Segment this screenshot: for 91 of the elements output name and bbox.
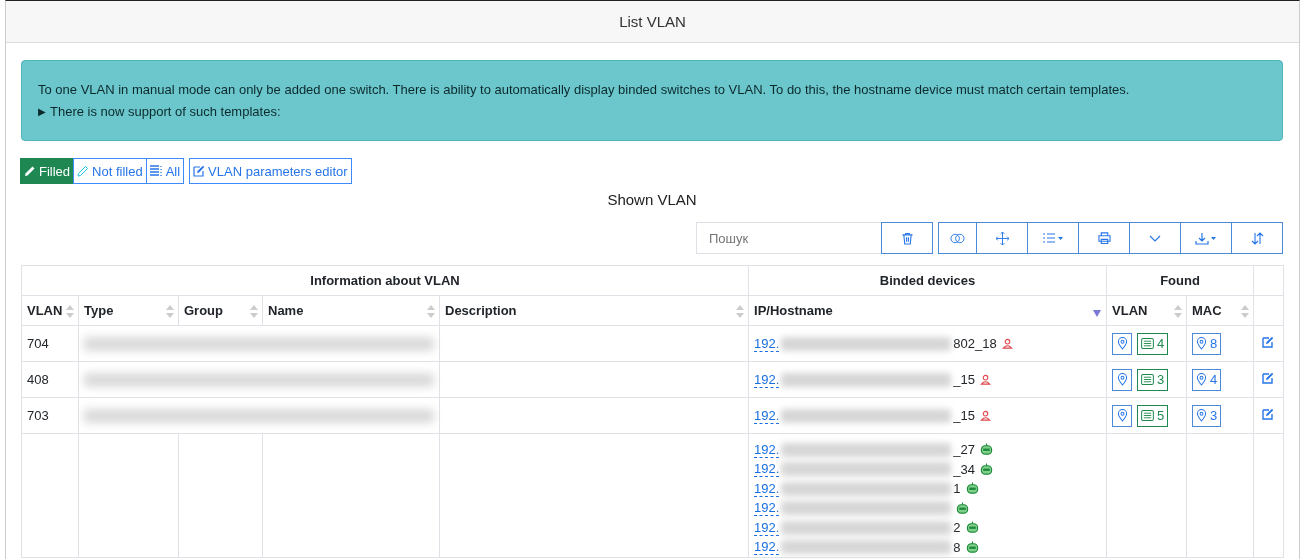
list-icon xyxy=(1141,374,1155,385)
chevron-down-icon xyxy=(1149,234,1161,242)
group-header: Information about VLAN xyxy=(310,273,460,288)
filter-tab[interactable]: Filled xyxy=(20,158,75,184)
ip-link[interactable]: 192. xyxy=(754,480,780,497)
table-cell: 703 xyxy=(27,408,49,423)
column-header: Description xyxy=(445,303,517,318)
hostname-text: _27 xyxy=(953,442,976,458)
list-icon xyxy=(149,165,163,177)
robot-icon xyxy=(965,540,979,554)
map-pin-icon xyxy=(1196,409,1208,422)
templates-toggle[interactable]: ▶ There is now support of such templates: xyxy=(38,101,1266,123)
mac-count-button[interactable]: 8 xyxy=(1192,332,1222,355)
column-header: Type xyxy=(84,303,114,318)
ip-link[interactable]: 192. xyxy=(754,539,780,556)
list-icon xyxy=(1043,233,1063,243)
table-cell: 408 xyxy=(27,372,49,387)
filter-tab[interactable]: Not filled xyxy=(73,158,147,184)
printer-icon xyxy=(1097,232,1111,244)
column-header: VLAN xyxy=(27,303,63,318)
hostname-text: _34 xyxy=(953,461,976,477)
pencil-icon xyxy=(77,165,90,177)
group-header: Binded devices xyxy=(879,273,976,288)
column-header: Group xyxy=(184,303,223,318)
edit-icon[interactable] xyxy=(1262,408,1275,420)
vlan-count-button[interactable]: 3 xyxy=(1137,368,1169,391)
move-icon xyxy=(995,231,1009,245)
ip-link[interactable]: 192. xyxy=(754,519,780,536)
hostname-text: 1 xyxy=(953,481,961,497)
trash-icon xyxy=(901,231,913,245)
hostname-text: _15 xyxy=(953,408,976,423)
ip-link[interactable]: 192. xyxy=(754,500,780,517)
robot-icon xyxy=(965,521,979,535)
print-button[interactable] xyxy=(1078,222,1130,254)
ip-link[interactable]: 192. xyxy=(754,371,780,388)
pencil-icon xyxy=(24,165,36,177)
ip-link[interactable]: 192. xyxy=(754,335,780,352)
mac-count-button[interactable]: 3 xyxy=(1192,404,1222,427)
clear-button[interactable] xyxy=(881,222,933,254)
download-icon xyxy=(1195,231,1217,245)
sort-desc-icon[interactable] xyxy=(1092,308,1103,318)
map-pin-icon xyxy=(1196,373,1208,386)
hostname-text: 2 xyxy=(953,520,961,536)
search-field[interactable]: Пошук xyxy=(696,222,882,254)
ip-link[interactable]: 192. xyxy=(754,441,780,458)
list-icon xyxy=(1141,338,1155,349)
user-icon xyxy=(1001,338,1013,349)
robot-icon xyxy=(980,462,994,476)
vlan-count-button[interactable]: 5 xyxy=(1137,404,1169,427)
sort-arrows-icon xyxy=(1250,231,1264,245)
edit-icon[interactable] xyxy=(1262,372,1275,384)
move-button[interactable] xyxy=(976,222,1028,254)
column-header: MAC xyxy=(1192,303,1222,318)
column-header: IP/Hostname xyxy=(754,303,833,318)
hostname-text: 8 xyxy=(953,539,961,555)
robot-icon xyxy=(980,443,994,457)
ip-link[interactable]: 192. xyxy=(754,407,780,424)
sort-button[interactable] xyxy=(1231,222,1283,254)
locate-button[interactable] xyxy=(1112,368,1133,391)
editor-button[interactable]: VLAN parameters editor xyxy=(189,158,352,184)
robot-icon xyxy=(956,501,970,515)
table-cell: 704 xyxy=(27,336,49,351)
edit-icon xyxy=(193,165,206,177)
map-pin-icon xyxy=(1116,409,1128,422)
edit-icon[interactable] xyxy=(1262,336,1275,348)
map-pin-icon xyxy=(1116,337,1128,350)
circles-icon xyxy=(950,232,965,244)
export-button[interactable] xyxy=(1180,222,1232,254)
user-icon xyxy=(980,410,992,421)
locate-button[interactable] xyxy=(1112,332,1133,355)
column-header: VLAN xyxy=(1112,303,1148,318)
hostname-text: _15 xyxy=(953,372,976,387)
user-icon xyxy=(980,374,992,385)
toggle-button[interactable] xyxy=(938,222,977,254)
locate-button[interactable] xyxy=(1112,404,1133,427)
group-header: Found xyxy=(1160,273,1200,288)
vlan-count-button[interactable]: 4 xyxy=(1137,332,1169,355)
alert-text: To one VLAN in manual mode can only be added one switch. There is ability to automatically display binded switches to VLAN. To do this, the hostname device must match certain templates. xyxy=(38,81,1131,99)
map-pin-icon xyxy=(1196,337,1208,350)
section-title: Shown VLAN xyxy=(606,191,698,208)
list-icon xyxy=(1141,410,1155,421)
column-header: Name xyxy=(268,303,304,318)
filter-tab[interactable]: All xyxy=(145,158,185,184)
robot-icon xyxy=(965,482,979,496)
columns-button[interactable] xyxy=(1027,222,1079,254)
expand-button[interactable] xyxy=(1129,222,1181,254)
map-pin-icon xyxy=(1116,373,1128,386)
page-title: List VLAN xyxy=(619,13,686,30)
hostname-text: 802_18 xyxy=(953,336,997,351)
mac-count-button[interactable]: 4 xyxy=(1192,368,1222,391)
ip-link[interactable]: 192. xyxy=(754,461,780,478)
